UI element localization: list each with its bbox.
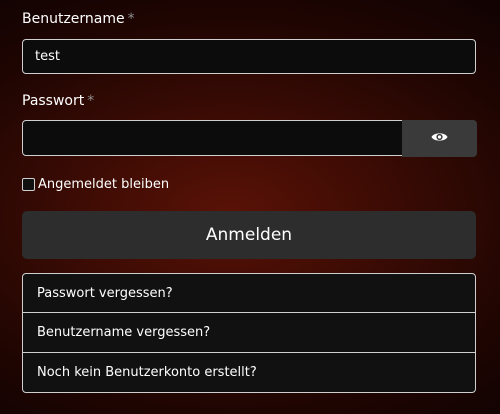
username-label-text: Benutzername <box>22 11 125 27</box>
password-label: Passwort * <box>22 93 94 109</box>
username-input[interactable] <box>22 39 476 74</box>
create-account-link[interactable]: Noch kein Benutzerkonto erstellt? <box>23 353 475 392</box>
password-label-text: Passwort <box>22 93 85 109</box>
password-required-marker: * <box>87 93 95 109</box>
username-label: Benutzername * <box>22 11 135 27</box>
login-button[interactable]: Anmelden <box>22 211 476 259</box>
eye-icon <box>431 131 448 146</box>
remember-me-label[interactable]: Angemeldet bleiben <box>38 177 169 192</box>
forgot-password-link[interactable]: Passwort vergessen? <box>23 274 475 314</box>
help-links-panel: Passwort vergessen? Benutzername vergess… <box>22 273 476 393</box>
remember-me-checkbox[interactable] <box>22 177 35 191</box>
username-required-marker: * <box>127 11 135 27</box>
password-input[interactable] <box>22 120 403 156</box>
forgot-username-link[interactable]: Benutzername vergessen? <box>23 313 475 353</box>
show-password-button[interactable] <box>402 120 477 157</box>
remember-me-row[interactable]: Angemeldet bleiben <box>22 176 169 192</box>
